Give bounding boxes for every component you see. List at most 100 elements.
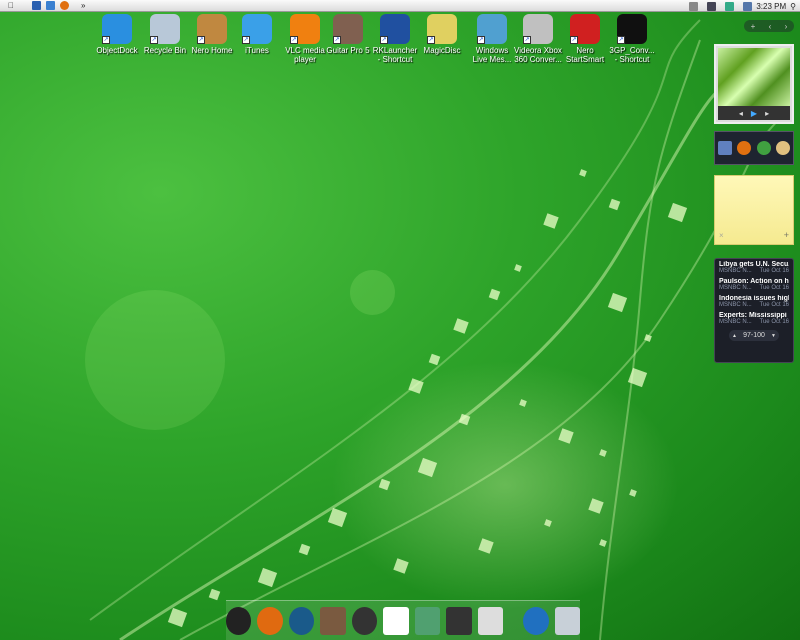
volume-icon[interactable] [743,1,753,11]
shortcut-arrow-icon: ↗ [477,36,485,44]
desktop-icon-label: Guitar Pro 5 [326,46,370,55]
play-button[interactable]: ▶ [751,109,757,118]
app-icon: ↗ [617,14,647,44]
dock-itunes-icon[interactable] [351,606,378,635]
app-icon: ↗ [150,14,180,44]
dock-feather-icon[interactable] [383,606,409,635]
news-title[interactable]: Indonesia issues high... [719,295,789,302]
desktop-icon-label: ObjectDock [96,46,138,55]
news-item[interactable]: Indonesia issues high...MSNBC N... Tue Oc… [715,293,793,310]
news-source: MSNBC N... [719,319,752,325]
news-title[interactable]: Paulson: Action on h... [719,278,789,285]
shortcut-arrow-icon: ↗ [570,36,578,44]
desktop-icon[interactable] [32,1,41,10]
page-range: 97-100 [743,332,765,339]
monitor-icon[interactable] [707,1,717,11]
desktop-icon[interactable]: ↗ Nero StartSmart [561,14,609,64]
desktop-icon-label: Nero Home [191,46,233,55]
apple-icon[interactable]:  [8,1,14,10]
app-icon: ↗ [102,14,132,44]
news-item[interactable]: Experts: Mississippi ... MSNBC N... Tue Oc… [715,310,793,327]
dock-firefox-icon[interactable] [257,606,283,635]
app-icon: ↗ [333,14,363,44]
dock-photo-gallery-icon[interactable] [414,606,441,635]
desktop-icon-label: VLC media player [285,46,325,64]
add-note-button[interactable]: + [784,230,789,240]
news-item[interactable]: Libya gets U.N. Secu... MSNBC N... Tue Oct… [715,259,793,276]
dock [226,600,580,640]
shortcut-arrow-icon: ↗ [523,36,531,44]
app-icon: ↗ [427,14,457,44]
next-button[interactable]: ▸ [765,109,769,118]
desktop-icon[interactable]: ↗ Guitar Pro 5 [324,14,372,55]
firefox-icon[interactable] [60,1,69,10]
overflow-chevron[interactable]: » [81,1,85,10]
slideshow-gadget[interactable]: ◂ ▶ ▸ [714,44,794,124]
prev-button[interactable]: ‹ [769,22,772,31]
paint-icon[interactable] [776,141,791,155]
desktop-icon[interactable]: ↗ RKLauncher - Shortcut [371,14,419,64]
prev-button[interactable]: ◂ [739,109,743,118]
firefox-icon[interactable] [737,141,752,155]
dock-internet-icon[interactable] [523,606,549,635]
news-title[interactable]: Experts: Mississippi ... [719,312,789,319]
close-note-button[interactable]: × [719,231,724,240]
dock-objectdock-icon[interactable] [226,606,252,635]
news-date: Tue Oct 16 [759,285,789,291]
slideshow-image [718,48,790,106]
wallpaper-glow [85,290,225,430]
sidebar-controls: + ‹ › [744,20,794,32]
dock-guitar-pro-icon[interactable] [320,606,346,635]
network-icon[interactable] [717,141,732,155]
explorer-icon[interactable] [46,1,55,10]
desktop-icon[interactable]: ↗ MagicDisc [418,14,466,55]
desktop-icon-label: iTunes [245,46,269,55]
desktop-icon[interactable]: ↗ Videora Xbox 360 Conver... [514,14,562,64]
shortcut-arrow-icon: ↗ [290,36,298,44]
search-icon[interactable]: ⚲ [790,2,796,11]
utorrent-icon[interactable] [756,141,771,155]
desktop-icon[interactable]: ↗ Recycle Bin [141,14,189,55]
desktop-icon[interactable]: ↗ Nero Home [188,14,236,55]
desktop-icon-label: RKLauncher - Shortcut [372,46,418,64]
news-date: Tue Oct 16 [759,302,789,308]
desktop-icon-label: Videora Xbox 360 Conver... [514,46,562,64]
shortcut-arrow-icon: ↗ [380,36,388,44]
desktop-icon-label: Nero StartSmart [565,46,605,64]
app-icon: ↗ [570,14,600,44]
app-icon: ↗ [242,14,272,44]
shortcut-arrow-icon: ↗ [333,36,341,44]
news-item[interactable]: Paulson: Action on h... MSNBC N... Tue Oct… [715,276,793,293]
sticky-note-gadget[interactable]: × + [714,175,794,245]
clock[interactable]: 3:23 PM [756,2,786,11]
network-icon[interactable] [725,1,735,11]
wallpaper-glow [350,270,395,315]
news-title[interactable]: Libya gets U.N. Secu... [719,261,789,268]
desktop-icon-label: Recycle Bin [143,46,187,55]
next-button[interactable]: › [785,22,788,31]
shortcut-arrow-icon: ↗ [102,36,110,44]
desktop-icon-label: MagicDisc [423,46,461,55]
printer-icon[interactable] [689,1,699,11]
top-menu-bar:  » 3:23 PM ⚲ [0,0,800,12]
desktop-icon[interactable]: ↗ iTunes [233,14,281,55]
shortcut-arrow-icon: ↗ [150,36,158,44]
desktop-icon[interactable]: ↗ VLC media player [281,14,329,64]
down-arrow-icon[interactable]: ▼ [771,333,776,339]
dock-movie-maker-icon[interactable] [446,606,472,635]
app-icon: ↗ [290,14,320,44]
desktop-icon[interactable]: ↗ ObjectDock [93,14,141,55]
shortcut-arrow-icon: ↗ [617,36,625,44]
dock-tools-icon[interactable] [477,606,504,635]
desktop-icon[interactable]: ↗ Windows Live Mes... [468,14,516,64]
slideshow-controls: ◂ ▶ ▸ [718,106,790,120]
dock-media-center-icon[interactable] [288,606,315,635]
dock-recycle-bin-icon[interactable] [554,606,580,635]
up-arrow-icon[interactable]: ▲ [732,333,737,339]
app-icon: ↗ [477,14,507,44]
system-tray: 3:23 PM ⚲ [684,0,796,12]
add-gadget-button[interactable]: + [751,22,756,31]
news-source: MSNBC N... [719,302,752,308]
desktop-icon-label: Windows Live Mes... [472,46,512,64]
desktop-icon[interactable]: ↗ 3GP_Conv... - Shortcut [608,14,656,64]
